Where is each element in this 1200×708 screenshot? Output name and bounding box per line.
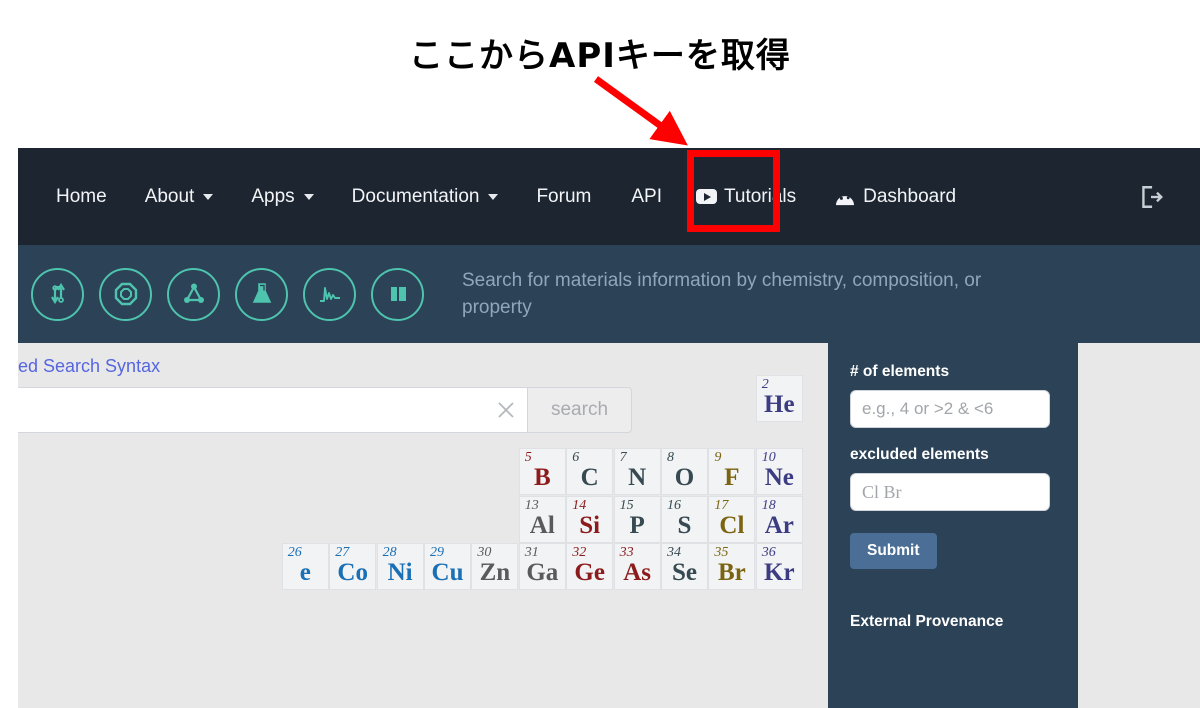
element-symbol: P (629, 511, 645, 539)
element-tile-Si[interactable]: 14 Si (566, 495, 614, 543)
nav-item-dashboard[interactable]: Dashboard (834, 186, 956, 208)
element-tile-Ge[interactable]: 32 Ge (566, 543, 614, 591)
excluded-elements-label: excluded elements (850, 446, 989, 463)
close-x-icon[interactable] (497, 401, 515, 419)
nav-label-apps: Apps (251, 185, 295, 207)
crystal-structure-icon[interactable] (99, 267, 152, 321)
element-symbol: C (580, 464, 599, 492)
element-tile-Al[interactable]: 13 Al (518, 495, 566, 543)
chevron-down-icon (488, 193, 499, 200)
element-tile-Ga[interactable]: 31 Ga (518, 543, 566, 591)
element-symbol: S (677, 511, 692, 539)
nav-item-documentation[interactable]: Documentation (352, 186, 499, 208)
element-symbol: Cl (719, 511, 745, 539)
excluded-elements-input[interactable]: Cl Br (850, 473, 1050, 511)
search-panel: ed Search Syntax search 2 He 5 B 6 C 7 N 8 O 9 F 10 N… (18, 343, 828, 708)
main-content: ed Search Syntax search 2 He 5 B 6 C 7 N 8 O 9 F 10 N… (18, 343, 1200, 708)
search-row: search (18, 387, 632, 433)
nav-label-about: About (144, 185, 195, 207)
element-tile-Br[interactable]: 35 Br (708, 543, 756, 591)
element-symbol: Ni (387, 559, 413, 587)
element-symbol: Si (579, 511, 601, 539)
nav-label-forum: Forum (536, 185, 592, 207)
element-tile-C[interactable]: 6C (566, 448, 614, 496)
sign-out-icon[interactable] (1138, 184, 1164, 210)
nav-label-dashboard: Dashboard (863, 185, 957, 207)
element-tile-He[interactable]: 2 He (755, 375, 803, 422)
element-tile-e[interactable]: 26 e (281, 543, 329, 591)
filter-panel: # of elements e.g., 4 or >2 & <6 exclude… (828, 343, 1078, 708)
element-symbol: Br (718, 559, 746, 587)
element-symbol: Cu (431, 559, 464, 587)
search-button[interactable]: search (527, 387, 632, 433)
external-provenance-label: External Provenance (850, 613, 1004, 630)
chevron-down-icon (203, 193, 214, 200)
annotation-arrow-icon (593, 76, 688, 146)
spectrum-icon[interactable] (303, 267, 356, 321)
element-tile-P[interactable]: 15 P (613, 495, 661, 543)
element-symbol: Se (672, 559, 697, 587)
search-type-iconbar: Search for materials information by chem… (18, 245, 1200, 343)
panel-book-icon[interactable] (371, 267, 424, 321)
top-navbar: Home About Apps Documentation Forum API … (18, 148, 1200, 245)
search-tagline: Search for materials information by chem… (462, 270, 982, 318)
nav-item-home[interactable]: Home (56, 186, 107, 208)
search-input[interactable] (18, 387, 527, 433)
element-symbol: e (299, 559, 311, 587)
nav-label-api: API (631, 185, 662, 207)
element-symbol: O (674, 464, 695, 492)
element-tile-Cu[interactable]: 29 Cu (424, 543, 471, 591)
element-tile-Zn[interactable]: 30 Zn (471, 543, 519, 591)
chevron-down-icon (303, 193, 314, 200)
element-symbol: B (533, 464, 551, 492)
element-tile-S[interactable]: 16 S (661, 495, 708, 543)
molecule-icon[interactable] (167, 267, 220, 321)
flask-icon[interactable] (235, 267, 288, 321)
element-tile-O[interactable]: 8O (661, 448, 708, 496)
element-symbol: He (764, 391, 795, 418)
element-symbol: Zn (479, 559, 511, 587)
element-symbol: Kr (764, 559, 795, 587)
element-tile-Ne[interactable]: 10 Ne (755, 448, 803, 496)
nav-item-forum[interactable]: Forum (536, 186, 591, 208)
nav-label-home: Home (56, 185, 107, 207)
nav-label-documentation: Documentation (351, 185, 480, 207)
element-tile-F[interactable]: 9F (708, 448, 756, 496)
screenshot-root: ここからAPIキーを取得 Home About Apps Documentati… (0, 0, 1200, 708)
element-symbol: Co (337, 559, 368, 587)
nav-item-about[interactable]: About (145, 186, 214, 208)
api-highlight-box (687, 150, 780, 232)
element-tile-Co[interactable]: 27 Co (329, 543, 377, 591)
gauge-icon (836, 192, 855, 205)
nav-item-api[interactable]: API (631, 186, 662, 208)
element-symbol: F (724, 464, 740, 492)
nav-item-apps[interactable]: Apps (251, 185, 314, 208)
browser-page: Home About Apps Documentation Forum API … (18, 148, 1200, 708)
element-symbol: Ar (764, 511, 794, 539)
advanced-search-syntax-link[interactable]: ed Search Syntax (18, 356, 160, 377)
element-symbol: Ge (574, 559, 605, 587)
element-tile-Ar[interactable]: 18 Ar (755, 495, 803, 543)
element-symbol: N (628, 464, 647, 492)
battery-arrows-icon[interactable] (31, 267, 84, 321)
element-tile-Ni[interactable]: 28 Ni (376, 543, 424, 591)
element-symbol: As (623, 559, 651, 587)
num-elements-input[interactable]: e.g., 4 or >2 & <6 (850, 390, 1050, 428)
element-tile-Se[interactable]: 34 Se (661, 543, 708, 591)
element-symbol: Ga (526, 559, 559, 587)
page-gutter (1078, 343, 1200, 708)
submit-button[interactable]: Submit (850, 533, 937, 569)
element-symbol: Ne (764, 464, 794, 492)
element-tile-B[interactable]: 5B (518, 448, 566, 496)
element-tile-Cl[interactable]: 17 Cl (708, 495, 756, 543)
num-elements-label: # of elements (850, 363, 950, 380)
element-tile-Kr[interactable]: 36 Kr (755, 543, 803, 591)
element-symbol: Al (529, 511, 555, 539)
element-tile-As[interactable]: 33 As (613, 543, 661, 591)
element-tile-N[interactable]: 7N (613, 448, 661, 496)
